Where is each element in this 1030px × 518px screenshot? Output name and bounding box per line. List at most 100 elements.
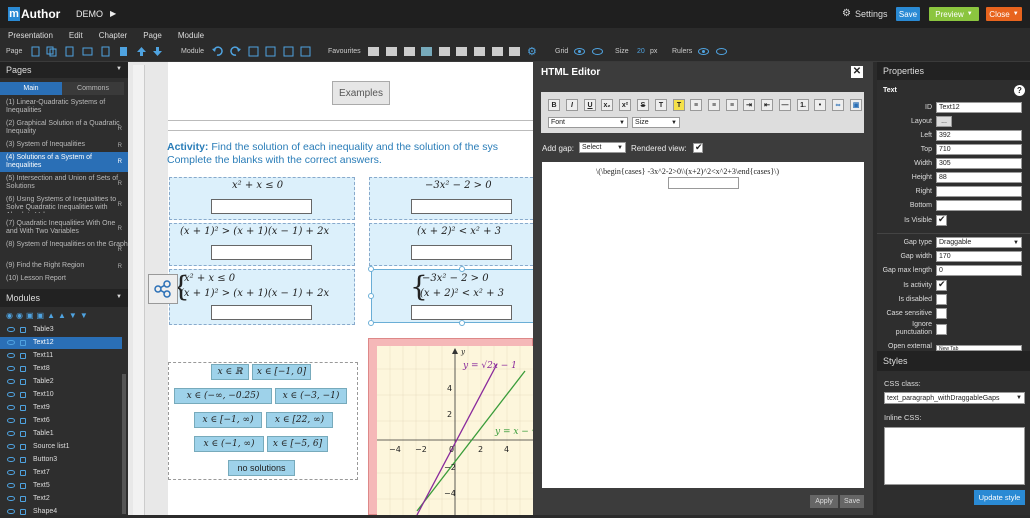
module-item-selected[interactable]: Text12 xyxy=(0,337,122,349)
ignore-punctuation-checkbox[interactable] xyxy=(936,324,947,335)
align-icon[interactable] xyxy=(265,46,276,57)
indent-icon[interactable]: ⇥ xyxy=(743,99,755,111)
editor-gap-placeholder[interactable] xyxy=(668,177,739,189)
gear-icon[interactable]: ⚙ xyxy=(842,8,851,19)
module-item[interactable]: Source list1 xyxy=(0,441,122,453)
draggable-answer[interactable]: x ∈ [22, ∞) xyxy=(266,412,333,428)
horizontal-rule-icon[interactable]: — xyxy=(779,99,791,111)
gap-max-length-input[interactable]: 0 xyxy=(936,265,1022,276)
case-sensitive-checkbox[interactable] xyxy=(936,308,947,319)
eye-icon[interactable] xyxy=(7,457,15,462)
outdent-icon[interactable]: ⇤ xyxy=(761,99,773,111)
is-visible-checkbox[interactable] xyxy=(936,214,947,226)
page-item[interactable]: (2) Graphical Solution of a Quadratic In… xyxy=(0,120,128,137)
preview-button[interactable]: Preview ▼ xyxy=(929,7,979,21)
unordered-list-icon[interactable]: • xyxy=(814,99,826,111)
answer-gap[interactable] xyxy=(211,199,312,214)
answer-gap[interactable] xyxy=(211,245,312,260)
move-down-icon[interactable] xyxy=(152,46,163,57)
close-icon[interactable]: ✕ xyxy=(851,66,863,78)
module-item[interactable]: Button3 xyxy=(0,454,122,466)
draggable-answer[interactable]: no solutions xyxy=(228,460,295,476)
prop-height-input[interactable]: 88 xyxy=(936,172,1022,183)
lock-icon[interactable] xyxy=(20,457,26,463)
eye-icon[interactable] xyxy=(7,509,15,514)
lock-icon[interactable] xyxy=(20,470,26,476)
page-item[interactable]: (9) Find the Right Region R xyxy=(0,262,128,271)
module-item[interactable]: Shape4 xyxy=(0,506,122,518)
answer-gap[interactable] xyxy=(411,305,512,320)
undo-icon[interactable] xyxy=(212,46,223,57)
module-item[interactable]: Text11 xyxy=(0,350,122,362)
page-item[interactable]: (8) System of Inequalities on the Graph R xyxy=(0,241,128,258)
update-style-button[interactable]: Update style xyxy=(974,490,1025,505)
image-icon[interactable]: ▣ xyxy=(850,99,862,111)
module-item[interactable]: Table1 xyxy=(0,428,122,440)
eye-icon[interactable] xyxy=(574,46,585,57)
group-icon[interactable] xyxy=(248,46,259,57)
redo-icon[interactable] xyxy=(230,46,241,57)
module-item[interactable]: Table2 xyxy=(0,376,122,388)
is-activity-checkbox[interactable] xyxy=(936,279,947,291)
help-icon[interactable]: ? xyxy=(1014,85,1025,96)
answer-gap[interactable] xyxy=(411,245,512,260)
lock-icon[interactable] xyxy=(20,379,26,385)
subscript-icon[interactable]: x₂ xyxy=(601,99,613,111)
page-export-icon[interactable] xyxy=(100,46,111,57)
module-item[interactable]: Table3 xyxy=(0,324,122,336)
prop-left-input[interactable]: 392 xyxy=(936,130,1022,141)
eye-icon[interactable] xyxy=(7,327,15,332)
gear-icon[interactable]: ⚙ xyxy=(527,45,537,58)
italic-icon[interactable]: I xyxy=(566,99,578,111)
gap-width-input[interactable]: 170 xyxy=(936,251,1022,262)
module-item[interactable]: Text6 xyxy=(0,415,122,427)
examples-button[interactable]: Examples xyxy=(332,81,390,105)
fav-module-icon[interactable] xyxy=(509,46,520,57)
apply-button[interactable]: Apply xyxy=(810,495,838,508)
eye-icon[interactable] xyxy=(7,379,15,384)
prop-width-input[interactable]: 305 xyxy=(936,158,1022,169)
fav-image-icon[interactable] xyxy=(421,46,432,57)
prop-layout-button[interactable]: ... xyxy=(936,116,952,127)
answer-gap[interactable] xyxy=(411,199,512,214)
eye-icon[interactable] xyxy=(7,483,15,488)
eye-icon[interactable] xyxy=(698,46,709,57)
page-template-icon[interactable] xyxy=(82,46,93,57)
remove-format-icon[interactable]: T xyxy=(655,99,667,111)
grid-size-value[interactable]: 20 xyxy=(637,48,645,55)
tab-main[interactable]: Main xyxy=(0,82,62,95)
snap-icon[interactable] xyxy=(592,46,603,57)
draggable-answer[interactable]: x ∈ (−1, ∞) xyxy=(194,436,264,452)
menu-presentation[interactable]: Presentation xyxy=(0,28,61,42)
align-right-icon[interactable]: ≡ xyxy=(726,99,738,111)
lock-icon[interactable] xyxy=(20,509,26,515)
fav-module-icon[interactable] xyxy=(439,46,450,57)
page-item-selected[interactable]: (4) Solutions of a System of Inequalitie… xyxy=(0,152,128,172)
underline-icon[interactable]: U xyxy=(584,99,596,111)
ordered-list-icon[interactable]: 1. xyxy=(797,99,809,111)
project-arrow-icon[interactable]: ▶ xyxy=(110,9,116,18)
bold-icon[interactable]: B xyxy=(548,99,560,111)
draggable-answer[interactable]: x ∈ ℝ xyxy=(211,364,249,380)
copy-page-icon[interactable] xyxy=(46,46,57,57)
draggable-answer[interactable]: x ∈ (−3, −1) xyxy=(275,388,347,404)
lock-icon[interactable] xyxy=(20,340,26,346)
inline-css-textarea[interactable] xyxy=(884,427,1025,485)
lock-icon[interactable] xyxy=(20,366,26,372)
snap-icon[interactable] xyxy=(716,46,727,57)
fav-module-icon[interactable] xyxy=(492,46,503,57)
eye-icon[interactable] xyxy=(7,353,15,358)
prop-right-input[interactable] xyxy=(936,186,1022,197)
module-item[interactable]: Text10 xyxy=(0,389,122,401)
eye-icon[interactable] xyxy=(7,444,15,449)
page-item[interactable]: (7) Quadratic Inequalities With One and … xyxy=(0,220,128,237)
collapse-icon[interactable]: ▼ xyxy=(116,294,122,300)
resize-handle[interactable] xyxy=(459,266,465,272)
highlight-icon[interactable]: T xyxy=(673,99,685,111)
page-item[interactable]: (3) System of Inequalities R xyxy=(0,141,128,150)
page-import-icon[interactable] xyxy=(118,46,129,57)
fav-module-icon[interactable] xyxy=(368,46,379,57)
fav-text-icon[interactable] xyxy=(474,46,485,57)
eye-icon[interactable] xyxy=(7,392,15,397)
module-tools[interactable]: ◉◉▣▣▲▲▼▼ xyxy=(6,311,116,321)
